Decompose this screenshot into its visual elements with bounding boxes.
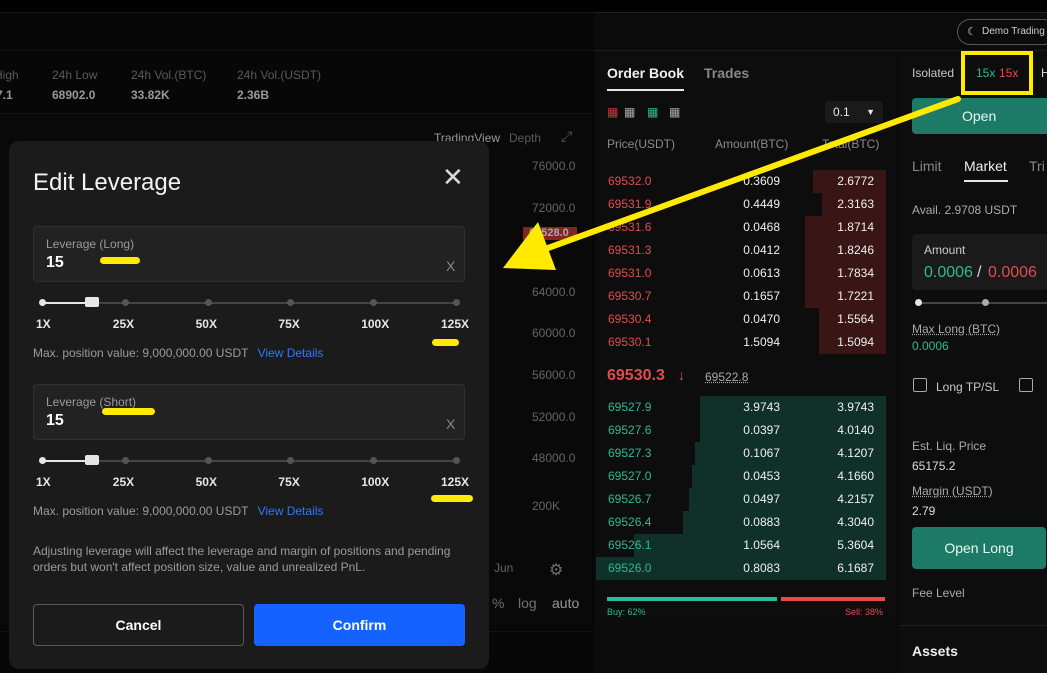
annotation-arrow [503, 96, 961, 270]
arrow-shaft [545, 96, 961, 251]
